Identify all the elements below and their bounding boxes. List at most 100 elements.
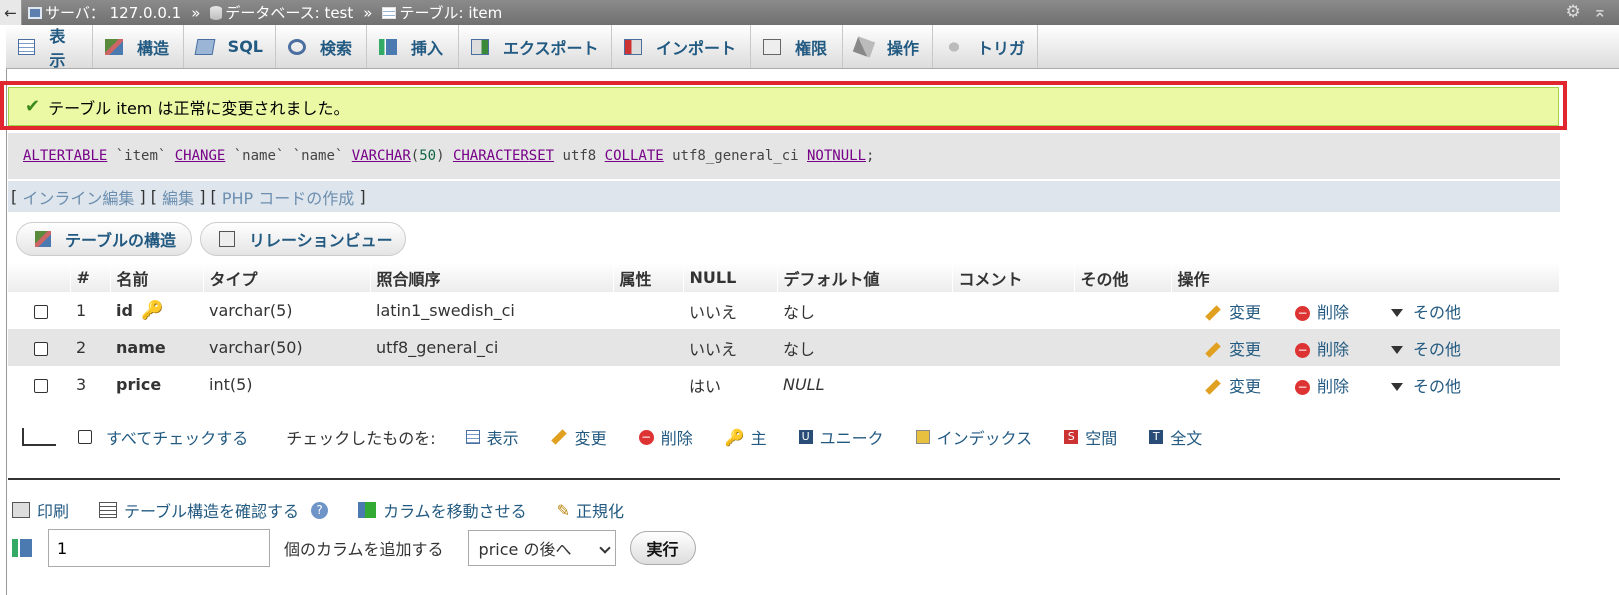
column-extra <box>1074 292 1171 329</box>
propose-structure-link[interactable]: テーブル構造を確認する? <box>99 498 329 522</box>
tab-operations[interactable]: 操作 <box>843 25 933 68</box>
column-collation <box>370 366 613 403</box>
dropdown-triangle-icon <box>1391 383 1403 391</box>
tab-export[interactable]: エクスポート <box>459 25 612 68</box>
column-name[interactable]: id <box>116 301 133 320</box>
header-collation[interactable]: 照合順序 <box>370 263 614 292</box>
tab-label: SQL <box>227 37 263 56</box>
move-columns-icon <box>358 502 377 518</box>
breadcrumb-bar: ← サーバ： 127.0.0.1 » データベース: test » テーブル: … <box>0 0 1619 25</box>
gear-icon[interactable]: ⚙ <box>1566 2 1581 22</box>
header-name[interactable]: 名前 <box>110 263 204 292</box>
change-action[interactable]: 変更 <box>1171 366 1289 403</box>
row-checkbox[interactable] <box>34 378 48 393</box>
select-arrow-icon <box>22 428 56 446</box>
after-column-selected: price の後へ <box>478 540 572 559</box>
breadcrumb-table[interactable]: テーブル: item <box>399 2 502 23</box>
tab-search[interactable]: 検索 <box>276 25 367 68</box>
bulk-unique[interactable]: U ユニーク <box>798 425 884 449</box>
header-type[interactable]: タイプ <box>203 263 371 292</box>
tab-triggers[interactable]: トリガ <box>933 25 1038 68</box>
wrench-icon <box>852 35 876 58</box>
import-icon <box>624 38 642 55</box>
breadcrumb: サーバ： 127.0.0.1 » データベース: test » テーブル: it… <box>28 2 502 23</box>
dropdown-triangle-icon <box>1391 346 1403 354</box>
printer-icon <box>12 502 30 518</box>
more-action[interactable]: その他 <box>1385 329 1560 366</box>
inline-edit-link[interactable]: インライン編集 <box>22 185 134 209</box>
tab-import[interactable]: インポート <box>612 25 751 68</box>
relation-icon <box>219 231 235 247</box>
drop-action[interactable]: − 削除 <box>1289 292 1385 329</box>
change-action[interactable]: 変更 <box>1171 329 1289 366</box>
column-type: varchar(5) <box>203 292 370 329</box>
column-collation: latin1_swedish_ci <box>370 292 613 329</box>
bulk-spatial[interactable]: S 空間 <box>1064 425 1117 449</box>
column-comment <box>952 292 1074 329</box>
column-name-cell: id 🔑 <box>110 292 203 329</box>
column-name[interactable]: price <box>116 375 161 394</box>
relation-view-button[interactable]: リレーションビュー <box>200 222 406 256</box>
row-checkbox[interactable] <box>34 304 48 319</box>
relation-view-label: リレーションビュー <box>249 231 393 250</box>
collapse-icon[interactable]: ⌅ <box>1593 2 1607 22</box>
more-action[interactable]: その他 <box>1385 292 1560 329</box>
add-column-count-input[interactable] <box>48 529 270 567</box>
export-icon <box>471 38 489 55</box>
column-default: なし <box>777 329 952 366</box>
structure-icon <box>35 231 51 247</box>
tab-label: 操作 <box>887 38 920 58</box>
chevron-down-icon <box>598 542 611 554</box>
bulk-fulltext[interactable]: T 全文 <box>1149 425 1202 449</box>
move-columns-link[interactable]: カラムを移動させる <box>358 498 527 522</box>
check-all-label[interactable]: すべてチェックする <box>106 425 248 449</box>
header-default[interactable]: デフォルト値 <box>777 263 953 292</box>
index-icon <box>915 430 930 444</box>
bulk-change[interactable]: 変更 <box>550 425 607 449</box>
row-num: 2 <box>70 329 110 366</box>
divider <box>8 478 1560 480</box>
tab-sql[interactable]: SQL <box>184 25 276 68</box>
more-action[interactable]: その他 <box>1385 366 1560 403</box>
bulk-drop[interactable]: − 削除 <box>638 425 693 449</box>
after-column-select[interactable]: price の後へ <box>467 530 616 566</box>
table-structure-button[interactable]: テーブルの構造 <box>16 222 192 256</box>
bulk-index[interactable]: インデックス <box>915 425 1032 449</box>
tab-insert[interactable]: 挿入 <box>367 25 459 68</box>
check-all-checkbox[interactable] <box>78 430 92 444</box>
header-attributes[interactable]: 属性 <box>613 263 684 292</box>
header-extra[interactable]: その他 <box>1074 263 1172 292</box>
help-icon[interactable]: ? <box>311 501 329 519</box>
edit-link[interactable]: 編集 <box>162 185 194 209</box>
collapse-nav-button[interactable]: ← <box>0 0 22 25</box>
propose-structure-icon <box>99 502 118 518</box>
change-action[interactable]: 変更 <box>1171 292 1289 329</box>
header-comment[interactable]: コメント <box>952 263 1075 292</box>
column-default: なし <box>777 292 952 329</box>
breadcrumb-database[interactable]: データベース: test <box>225 2 353 23</box>
add-column-form: 個のカラムを追加する price の後へ 実行 <box>12 529 696 567</box>
tab-privileges[interactable]: 権限 <box>751 25 843 68</box>
normalize-link[interactable]: ✎ 正規化 <box>557 498 624 522</box>
dropdown-triangle-icon <box>1391 309 1403 317</box>
drop-action[interactable]: − 削除 <box>1289 366 1385 403</box>
wand-icon: ✎ <box>556 500 570 520</box>
header-num[interactable]: # <box>70 263 111 292</box>
php-code-link[interactable]: PHP コードの作成 <box>222 185 354 209</box>
left-border <box>6 69 7 595</box>
row-checkbox[interactable] <box>34 341 48 356</box>
go-button[interactable]: 実行 <box>629 531 696 565</box>
privileges-icon <box>763 38 781 55</box>
drop-action[interactable]: − 削除 <box>1289 329 1385 366</box>
header-null[interactable]: NULL <box>683 263 778 292</box>
print-link[interactable]: 印刷 <box>12 498 69 522</box>
column-name[interactable]: name <box>116 338 166 357</box>
tab-browse[interactable]: 表示 <box>6 25 93 70</box>
tab-structure[interactable]: 構造 <box>93 25 184 68</box>
sql-query-box: ALTER TABLE `item` CHANGE `name` `name` … <box>8 133 1560 179</box>
tab-label: トリガ <box>977 38 1026 58</box>
breadcrumb-server[interactable]: サーバ： 127.0.0.1 <box>45 2 181 23</box>
breadcrumb-separator: » <box>191 3 201 22</box>
bulk-browse[interactable]: 表示 <box>465 425 519 449</box>
bulk-primary[interactable]: 🔑 主 <box>725 425 767 449</box>
